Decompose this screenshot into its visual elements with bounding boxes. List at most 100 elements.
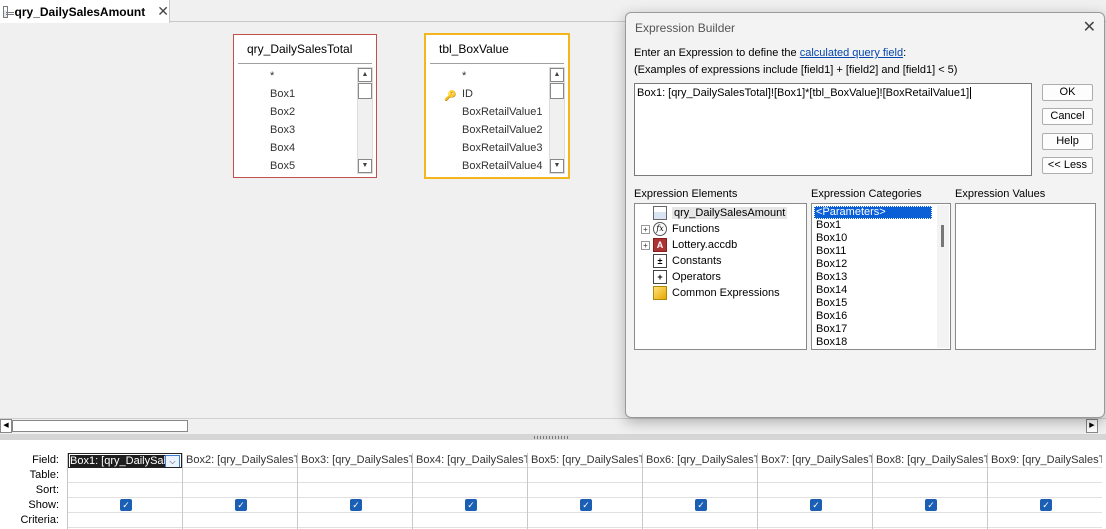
field-list-qry-dailysalestotal[interactable]: qry_DailySalesTotal * Box1 Box2 Box3 Box… (233, 34, 377, 178)
criteria-cell[interactable] (413, 513, 527, 528)
scroll-up-icon[interactable]: ▲ (550, 68, 564, 82)
criteria-cell[interactable] (528, 513, 642, 528)
scroll-thumb[interactable] (358, 83, 372, 99)
field-cell[interactable]: Box1: [qry_DailySal ⌵ (68, 453, 182, 468)
sort-cell[interactable] (183, 483, 297, 498)
calculated-query-field-link[interactable]: calculated query field (800, 47, 903, 59)
field-cell[interactable]: Box8: [qry_DailySalesT (873, 453, 987, 468)
expression-elements-tree[interactable]: qry_DailySalesAmount + fx Functions + A … (634, 203, 807, 350)
sort-cell[interactable] (873, 483, 987, 498)
show-checkbox[interactable]: ✓ (465, 499, 477, 511)
category-item[interactable]: Box1 (814, 219, 932, 232)
table-cell[interactable] (298, 468, 412, 483)
field-list-item[interactable]: BoxRetailValue3 (430, 139, 546, 157)
tree-item-qry-dailysalesamount[interactable]: qry_DailySalesAmount (641, 205, 788, 221)
scroll-right-icon[interactable]: ▶ (1086, 419, 1098, 433)
table-cell[interactable] (68, 468, 182, 483)
sort-cell[interactable] (758, 483, 872, 498)
sort-cell[interactable] (68, 483, 182, 498)
criteria-cell[interactable] (298, 513, 412, 528)
category-item[interactable]: <Parameters> (814, 206, 932, 219)
field-cell[interactable]: Box6: [qry_DailySalesT (643, 453, 757, 468)
scroll-down-icon[interactable]: ▼ (358, 159, 372, 173)
table-cell[interactable] (873, 468, 987, 483)
help-button[interactable]: Help (1042, 133, 1093, 150)
field-cell[interactable]: Box2: [qry_DailySalesT (183, 453, 297, 468)
categories-scrollbar[interactable] (937, 205, 949, 348)
tree-item-constants[interactable]: ± Constants (641, 253, 722, 269)
expression-values-list[interactable] (955, 203, 1096, 350)
field-list-item[interactable]: Box1 (238, 85, 354, 103)
sort-cell[interactable] (298, 483, 412, 498)
criteria-cell[interactable] (68, 513, 182, 528)
field-cell[interactable]: Box5: [qry_DailySalesT (528, 453, 642, 468)
ok-button[interactable]: OK (1042, 84, 1093, 101)
close-icon[interactable]: ✕ (1083, 17, 1096, 37)
field-list-tbl-boxvalue[interactable]: tbl_BoxValue * 🔑 ID BoxRetailValue1 BoxRe… (424, 33, 570, 179)
cancel-button[interactable]: Cancel (1042, 108, 1093, 125)
table-cell[interactable] (643, 468, 757, 483)
criteria-cell[interactable] (873, 513, 987, 528)
table-cell[interactable] (413, 468, 527, 483)
field-list-item[interactable]: 🔑 ID (430, 85, 546, 103)
category-item[interactable]: Box18 (814, 336, 932, 349)
show-checkbox[interactable]: ✓ (580, 499, 592, 511)
criteria-cell[interactable] (183, 513, 297, 528)
category-item[interactable]: Box10 (814, 232, 932, 245)
show-checkbox[interactable]: ✓ (695, 499, 707, 511)
scroll-thumb[interactable] (550, 83, 564, 99)
splitter-grip-icon[interactable] (534, 436, 570, 439)
expand-icon[interactable]: + (641, 240, 650, 250)
table-cell[interactable] (758, 468, 872, 483)
document-tab[interactable]: qry_DailySalesAmount ✕ (0, 0, 170, 23)
criteria-cell[interactable] (758, 513, 872, 528)
criteria-cell[interactable] (988, 513, 1102, 528)
expression-input[interactable]: Box1: [qry_DailySalesTotal]![Box1]*[tbl_… (634, 83, 1032, 176)
scroll-left-icon[interactable]: ◀ (0, 419, 12, 433)
tree-item-operators[interactable]: + Operators (641, 269, 721, 285)
field-list-item[interactable]: Box3 (238, 121, 354, 139)
table-cell[interactable] (528, 468, 642, 483)
field-list-scrollbar[interactable]: ▲ ▼ (549, 67, 565, 174)
field-list-item[interactable]: * (238, 67, 354, 85)
scroll-down-icon[interactable]: ▼ (550, 159, 564, 173)
design-horizontal-scrollbar[interactable]: ◀ ▶ (0, 418, 1106, 433)
field-list-item[interactable]: * (430, 67, 546, 85)
field-list-item[interactable]: BoxRetailValue4 (430, 157, 546, 175)
table-cell[interactable] (183, 468, 297, 483)
field-list-item[interactable]: BoxRetailValue1 (430, 103, 546, 121)
sort-cell[interactable] (528, 483, 642, 498)
field-cell[interactable]: Box9: [qry_DailySalesT (988, 453, 1102, 468)
scroll-up-icon[interactable]: ▲ (358, 68, 372, 82)
scroll-thumb[interactable] (941, 225, 944, 247)
expression-categories-list[interactable]: <Parameters> Box1 Box10 Box11 Box12 Box1… (811, 203, 951, 350)
sort-cell[interactable] (413, 483, 527, 498)
tree-item-functions[interactable]: + fx Functions (641, 221, 720, 237)
less-button[interactable]: << Less (1042, 157, 1093, 174)
category-item[interactable]: Box14 (814, 284, 932, 297)
sort-cell[interactable] (643, 483, 757, 498)
field-list-scrollbar[interactable]: ▲ ▼ (357, 67, 373, 174)
field-cell[interactable]: Box3: [qry_DailySalesT (298, 453, 412, 468)
field-cell[interactable]: Box4: [qry_DailySalesT (413, 453, 527, 468)
tree-item-common-expressions[interactable]: Common Expressions (641, 285, 780, 301)
show-checkbox[interactable]: ✓ (350, 499, 362, 511)
show-checkbox[interactable]: ✓ (925, 499, 937, 511)
table-cell[interactable] (988, 468, 1102, 483)
show-checkbox[interactable]: ✓ (235, 499, 247, 511)
field-list-item[interactable]: Box5 (238, 157, 354, 175)
sort-cell[interactable] (988, 483, 1102, 498)
field-list-item[interactable]: BoxRetailValue2 (430, 121, 546, 139)
category-item[interactable]: Box15 (814, 297, 932, 310)
show-checkbox[interactable]: ✓ (120, 499, 132, 511)
tree-item-lottery-accdb[interactable]: + A Lottery.accdb (641, 237, 737, 253)
close-icon[interactable]: ✕ (157, 3, 169, 20)
field-list-item[interactable]: Box4 (238, 139, 354, 157)
show-checkbox[interactable]: ✓ (810, 499, 822, 511)
field-cell[interactable]: Box7: [qry_DailySalesT (758, 453, 872, 468)
category-item[interactable]: Box11 (814, 245, 932, 258)
expand-icon[interactable]: + (641, 224, 650, 234)
chevron-down-icon[interactable]: ⌵ (165, 455, 180, 467)
scroll-thumb[interactable] (12, 420, 188, 432)
category-item[interactable]: Box13 (814, 271, 932, 284)
